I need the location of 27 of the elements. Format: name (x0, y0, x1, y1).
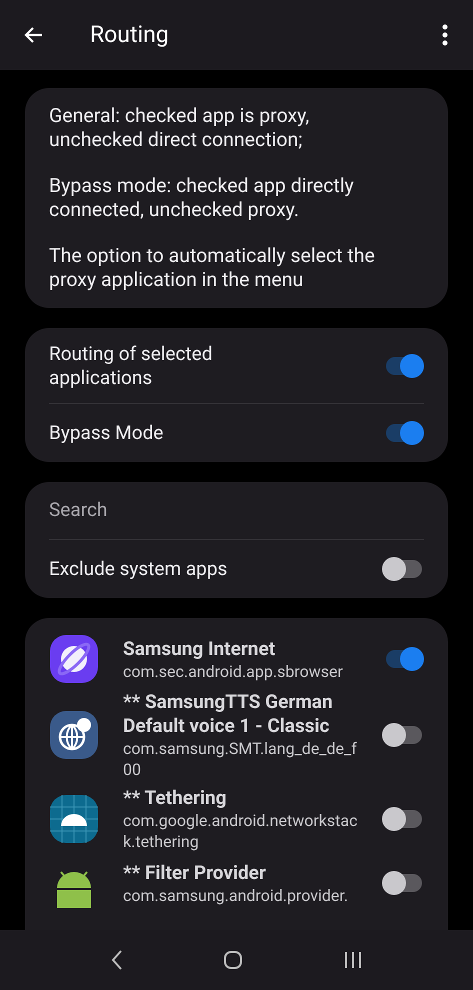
planet-icon (49, 634, 99, 684)
toggle-switch[interactable] (382, 556, 424, 582)
search-input[interactable]: Search (49, 496, 424, 525)
package-name: com.samsung.SMT.lang_de_de_f00 (123, 738, 358, 780)
app-name: Samsung Internet (123, 636, 276, 660)
app-name: ** SamsungTTS German Default voice 1 - Classic (123, 690, 334, 738)
search-field[interactable]: Search (49, 482, 424, 540)
screen-title: Routing (90, 20, 169, 50)
package-name: com.google.android.networkstack.tethering (123, 810, 358, 852)
recents-icon[interactable] (343, 951, 364, 969)
info-paragraph: General: checked app is proxy, unchecked direct connection; (49, 104, 310, 152)
toggle-switch[interactable] (382, 722, 424, 748)
more-options-icon[interactable] (442, 24, 448, 46)
package-name: com.sec.android.app.sbrowser (123, 660, 344, 682)
home-icon[interactable] (223, 950, 244, 970)
globe-icon (49, 710, 99, 760)
back-icon[interactable] (110, 949, 124, 971)
info-paragraph: Bypass mode: checked app directly connected, unchecked proxy. (49, 174, 355, 222)
app-name: ** Filter Provider (123, 860, 267, 884)
setting-label: Exclude system apps (49, 556, 228, 582)
app-name: ** Tethering (123, 786, 228, 810)
toggle-switch[interactable] (382, 806, 424, 832)
toggle-switch[interactable] (382, 870, 424, 896)
setting-label: Bypass Mode (49, 421, 164, 445)
info-paragraph: The option to automatically select the proxy application in the menu (49, 244, 376, 292)
package-name: com.samsung.android.provider. (123, 884, 350, 906)
setting-label: Routing of selected applications (49, 342, 214, 390)
